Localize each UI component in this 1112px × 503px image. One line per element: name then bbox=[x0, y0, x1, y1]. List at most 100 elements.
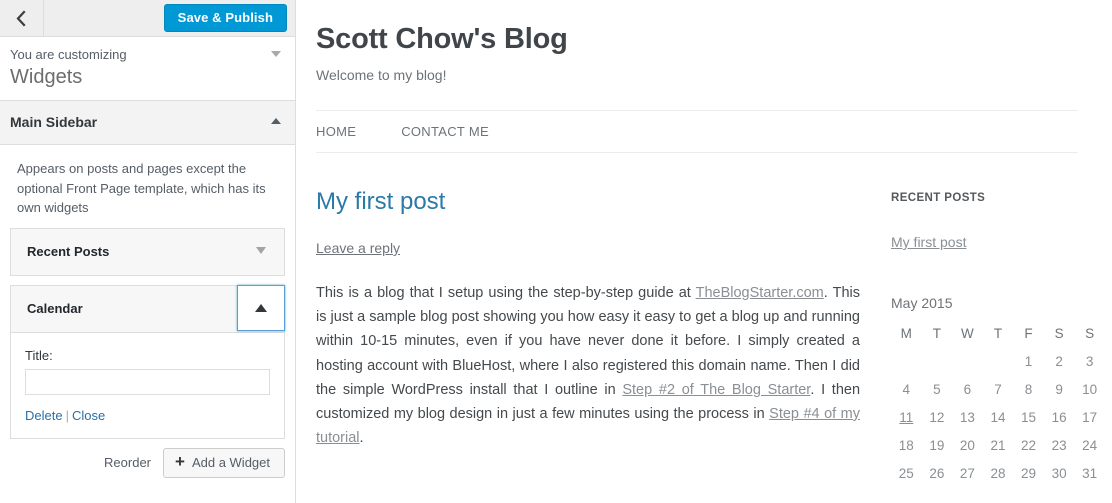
post-title[interactable]: My first post bbox=[316, 187, 860, 216]
calendar-day: 3 bbox=[1074, 348, 1105, 376]
calendar-day: 20 bbox=[952, 432, 983, 460]
primary-navigation: HOME CONTACT ME bbox=[316, 110, 1078, 153]
leave-a-reply-link[interactable]: Leave a reply bbox=[316, 240, 400, 256]
calendar-day-number: 14 bbox=[990, 410, 1006, 425]
calendar-day: 25 bbox=[891, 460, 922, 488]
calendar-day-number: 5 bbox=[933, 382, 941, 397]
widget-title: Recent Posts bbox=[27, 243, 110, 259]
calendar-day-empty bbox=[983, 348, 1014, 376]
section-header-main-sidebar[interactable]: Main Sidebar bbox=[0, 101, 295, 145]
nav-item-contact-me[interactable]: CONTACT ME bbox=[401, 124, 489, 139]
title-input[interactable] bbox=[25, 368, 270, 395]
theblogstarter-link[interactable]: TheBlogStarter.com bbox=[696, 285, 824, 301]
calendar-week-row: 4 5 6 7 8 9 10 bbox=[891, 376, 1105, 404]
calendar-day-number: 28 bbox=[990, 466, 1006, 481]
customizer-topbar: Save & Publish bbox=[0, 0, 295, 36]
calendar-day-number: 2 bbox=[1055, 354, 1063, 369]
add-a-widget-label: Add a Widget bbox=[191, 455, 270, 470]
reorder-button[interactable]: Reorder bbox=[104, 455, 151, 471]
calendar-day-number: 17 bbox=[1082, 410, 1098, 425]
site-container: Scott Chow's Blog Welcome to my blog! HO… bbox=[296, 0, 1097, 488]
post-text-1: This is a blog that I setup using the st… bbox=[316, 285, 696, 301]
calendar-day-empty bbox=[952, 348, 983, 376]
calendar-day-number: 20 bbox=[959, 438, 975, 453]
widget-header[interactable]: Recent Posts bbox=[11, 228, 284, 275]
calendar-day-number: 18 bbox=[898, 438, 914, 453]
customizing-header[interactable]: You are customizing Widgets bbox=[0, 36, 295, 101]
post-body: This is a blog that I setup using the st… bbox=[316, 281, 860, 450]
nav-item-home[interactable]: HOME bbox=[316, 124, 356, 139]
calendar-day: 1 bbox=[1013, 348, 1044, 376]
recent-posts-list: My first post bbox=[891, 234, 1111, 252]
chevron-up-icon bbox=[255, 303, 267, 312]
calendar-day: 19 bbox=[922, 432, 953, 460]
widgets-footer: Reorder + Add a Widget bbox=[10, 447, 285, 478]
post-meta: Leave a reply bbox=[316, 240, 860, 256]
calendar-day-number: 15 bbox=[1021, 410, 1037, 425]
calendar-day: 2 bbox=[1044, 348, 1075, 376]
calendar-day-number: 11 bbox=[899, 410, 914, 425]
close-widget-link[interactable]: Close bbox=[72, 408, 105, 423]
section-description: Appears on posts and pages except the op… bbox=[17, 161, 266, 215]
chevron-left-icon bbox=[15, 9, 28, 27]
calendar-day-today: 11 bbox=[891, 404, 922, 432]
calendar-day: 29 bbox=[1013, 460, 1044, 488]
widget-expand-toggle[interactable] bbox=[238, 229, 284, 273]
calendar-week-row: 11 12 13 14 15 16 17 bbox=[891, 404, 1105, 432]
recent-post-link[interactable]: My first post bbox=[891, 234, 966, 250]
calendar-week-row: 25 26 27 28 29 30 31 bbox=[891, 460, 1105, 488]
calendar-day-number: 29 bbox=[1021, 466, 1037, 481]
customizing-label: You are customizing bbox=[10, 47, 127, 62]
calendar-day-number: 24 bbox=[1082, 438, 1098, 453]
back-button[interactable] bbox=[0, 0, 44, 36]
calendar-day-number: 22 bbox=[1021, 438, 1037, 453]
calendar-day: 21 bbox=[983, 432, 1014, 460]
calendar-day: 30 bbox=[1044, 460, 1075, 488]
widget-collapse-toggle[interactable] bbox=[237, 284, 285, 331]
calendar-day-empty bbox=[891, 348, 922, 376]
calendar-day-number: 9 bbox=[1055, 382, 1063, 397]
calendar-day: 10 bbox=[1074, 376, 1105, 404]
customizing-title: Widgets bbox=[10, 66, 83, 88]
widget-settings: Title: Delete | Close bbox=[11, 331, 284, 438]
calendar-day: 12 bbox=[922, 404, 953, 432]
weekday-header: F bbox=[1024, 326, 1033, 341]
calendar-day: 9 bbox=[1044, 376, 1075, 404]
chevron-up-icon[interactable] bbox=[271, 118, 281, 124]
widget-calendar: Calendar Title: Delete | Close bbox=[10, 284, 285, 439]
widget-header[interactable]: Calendar bbox=[11, 284, 285, 332]
site-description: Welcome to my blog! bbox=[316, 67, 447, 83]
calendar-day-number: 21 bbox=[990, 438, 1006, 453]
customizer-panel: Save & Publish You are customizing Widge… bbox=[0, 0, 296, 503]
site-title: Scott Chow's Blog bbox=[316, 23, 568, 55]
calendar-week-row: 1 2 3 bbox=[891, 348, 1105, 376]
calendar-table: M T W T F S S 1 2 3 4 5 6 7 8 9 10 11 12 13 14 15 16 17 1… bbox=[891, 321, 1105, 488]
calendar-day: 18 bbox=[891, 432, 922, 460]
calendar-day-number: 25 bbox=[898, 466, 914, 481]
title-field-label: Title: bbox=[25, 347, 53, 363]
calendar-day-number: 1 bbox=[1024, 354, 1033, 369]
calendar-week-row: 18 19 20 21 22 23 24 bbox=[891, 432, 1105, 460]
weekday-header: S bbox=[1085, 326, 1095, 341]
add-a-widget-button[interactable]: + Add a Widget bbox=[163, 447, 285, 478]
delete-widget-link[interactable]: Delete bbox=[25, 408, 63, 423]
calendar-day: 14 bbox=[983, 404, 1014, 432]
step-2-link[interactable]: Step #2 of The Blog Starter bbox=[622, 382, 810, 398]
chevron-down-icon[interactable] bbox=[271, 51, 281, 57]
calendar-day: 28 bbox=[983, 460, 1014, 488]
calendar-day: 15 bbox=[1013, 404, 1044, 432]
calendar-day: 17 bbox=[1074, 404, 1105, 432]
calendar-day-number: 6 bbox=[963, 382, 972, 397]
section-title: Main Sidebar bbox=[10, 114, 98, 130]
calendar-day: 16 bbox=[1044, 404, 1075, 432]
customizer-screen: Save & Publish You are customizing Widge… bbox=[0, 0, 1112, 503]
site-preview: Scott Chow's Blog Welcome to my blog! HO… bbox=[296, 0, 1112, 503]
widget-actions: Delete | Close bbox=[25, 408, 270, 424]
plus-icon: + bbox=[175, 452, 185, 471]
calendar-day-empty bbox=[922, 348, 953, 376]
save-and-publish-button[interactable]: Save & Publish bbox=[163, 4, 287, 32]
calendar-caption: May 2015 bbox=[891, 295, 953, 311]
calendar-day-number: 19 bbox=[929, 438, 945, 453]
calendar-day-number: 30 bbox=[1051, 466, 1067, 481]
weekday-header: W bbox=[961, 326, 974, 341]
